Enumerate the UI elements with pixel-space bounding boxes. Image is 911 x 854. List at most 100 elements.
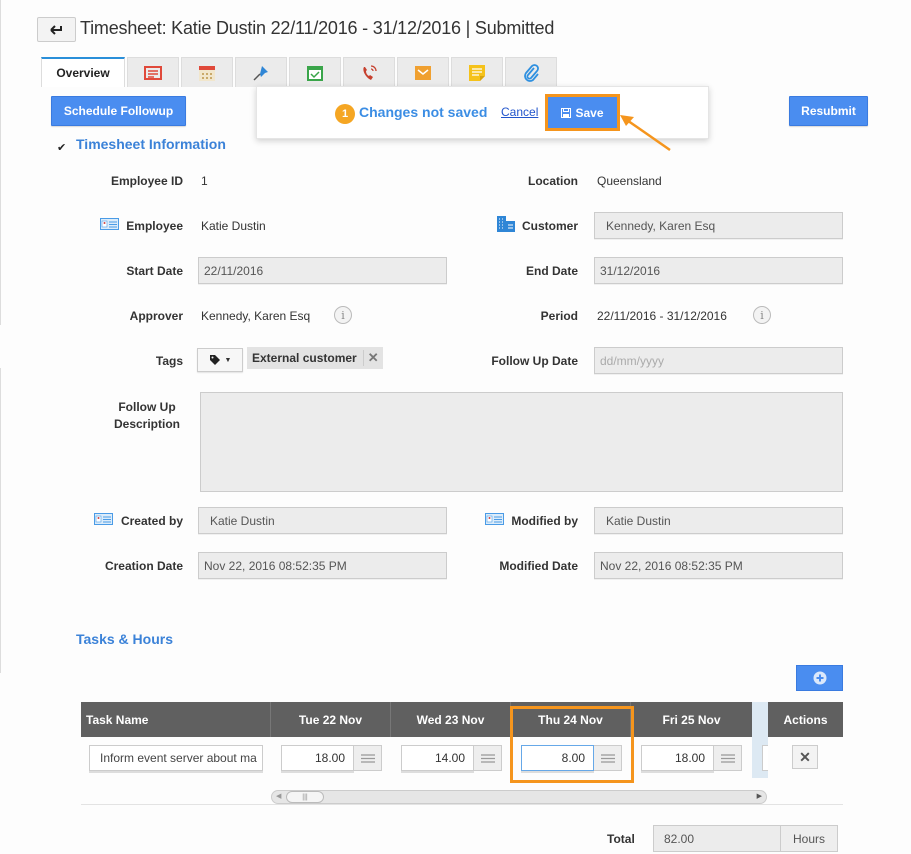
save-button[interactable]: Save: [548, 97, 617, 128]
approver-info-icon[interactable]: i: [334, 306, 352, 324]
end-date-label: End Date: [525, 264, 578, 278]
end-date-field[interactable]: 31/12/2016: [594, 257, 843, 284]
total-label: Total: [607, 832, 635, 846]
left-edge-divider: [0, 0, 1, 325]
hours-input-tue[interactable]: 18.00: [281, 745, 382, 771]
table-divider: [81, 804, 843, 805]
contact-card-icon: [100, 218, 119, 230]
column-header-tue: Tue 22 Nov: [271, 702, 391, 737]
tab-calls[interactable]: [343, 57, 395, 87]
followup-date-field[interactable]: dd/mm/yyyy: [594, 347, 843, 374]
email-icon: [415, 65, 431, 80]
tag-chip: External customer ✕: [247, 347, 383, 369]
resubmit-button[interactable]: Resubmit: [789, 96, 868, 126]
table-horizontal-scrollbar[interactable]: ◀ ||| ▶: [271, 790, 767, 804]
unsaved-count-badge: 1: [335, 104, 355, 124]
page-title: Timesheet: Katie Dustin 22/11/2016 - 31/…: [80, 18, 555, 38]
left-edge-divider: [0, 368, 1, 673]
period-info-icon[interactable]: i: [753, 306, 771, 324]
back-arrow-icon: [49, 24, 62, 35]
followup-date-label: Follow Up Date: [491, 354, 578, 368]
cancel-link[interactable]: Cancel: [501, 105, 538, 119]
delete-row-button[interactable]: ✕: [792, 745, 818, 769]
creation-date-field[interactable]: Nov 22, 2016 08:52:35 PM: [198, 552, 447, 579]
tab-attachments[interactable]: [505, 57, 557, 87]
hours-menu-icon[interactable]: [474, 745, 502, 771]
tab-notes[interactable]: [451, 57, 503, 87]
calendar-check-icon: [307, 65, 323, 81]
creation-date-label: Creation Date: [104, 559, 183, 573]
tasks-table-header: Task Name Tue 22 Nov Wed 23 Nov Thu 24 N…: [81, 702, 843, 737]
period-label: Period: [540, 309, 578, 323]
hours-input-wed[interactable]: 14.00: [401, 745, 502, 771]
location-value: Queensland: [597, 174, 662, 188]
hours-menu-icon[interactable]: [354, 745, 382, 771]
hours-input-fri[interactable]: 18.00: [641, 745, 742, 771]
total-hours-field: 82.00: [653, 825, 781, 852]
tab-email[interactable]: [397, 57, 449, 87]
add-task-button[interactable]: [796, 665, 843, 691]
timesheet-information-heading[interactable]: Timesheet Information: [76, 136, 226, 152]
tasks-hours-heading: Tasks & Hours: [76, 631, 173, 647]
building-icon: [497, 216, 515, 232]
followup-description-label: Follow Up Description: [113, 400, 180, 431]
employee-id-value: 1: [201, 174, 208, 188]
details-list-icon: [144, 65, 162, 80]
tab-details[interactable]: [127, 57, 179, 87]
column-header-task-name: Task Name: [81, 702, 271, 737]
scrollbar-thumb[interactable]: |||: [286, 791, 324, 803]
sticky-note-icon: [469, 64, 485, 81]
followup-description-textarea[interactable]: [200, 392, 843, 492]
start-date-field[interactable]: 22/11/2016: [198, 257, 447, 284]
close-icon: ✕: [799, 748, 811, 765]
tag-dropdown[interactable]: ▼: [197, 348, 243, 372]
start-date-label: Start Date: [126, 264, 183, 278]
customer-field[interactable]: Kennedy, Karen Esq: [594, 212, 843, 239]
employee-id-label: Employee ID: [110, 174, 183, 188]
employee-value[interactable]: Katie Dustin: [201, 219, 266, 233]
plus-circle-icon: [813, 671, 826, 685]
collapse-chevron-icon[interactable]: ✔: [57, 141, 66, 154]
tab-bar: Overview: [41, 57, 559, 87]
floppy-disk-icon: [561, 107, 572, 118]
thu-column-highlight-box: [510, 706, 634, 783]
period-value: 22/11/2016 - 31/12/2016: [597, 309, 727, 323]
hours-menu-icon[interactable]: [714, 745, 742, 771]
tag-icon: [209, 355, 220, 365]
caret-down-icon: ▼: [224, 356, 232, 364]
tab-pin[interactable]: [235, 57, 287, 87]
task-name-input[interactable]: Inform event server about ma: [89, 745, 263, 771]
remove-tag-icon[interactable]: ✕: [362, 350, 379, 366]
approver-label: Approver: [129, 309, 183, 323]
contact-card-icon: [94, 513, 113, 525]
total-unit-addon: Hours: [781, 825, 838, 852]
modified-date-label: Modified Date: [499, 559, 578, 573]
back-button[interactable]: [37, 17, 76, 42]
pointer-arrow-annotation: [620, 115, 671, 152]
modified-by-label: Modified by: [511, 514, 578, 528]
column-header-actions: Actions: [783, 712, 828, 727]
unsaved-message: Changes not saved: [359, 104, 488, 120]
location-label: Location: [528, 174, 578, 188]
tags-label: Tags: [155, 354, 183, 368]
hours-input-partial[interactable]: [762, 745, 768, 771]
phone-call-icon: [363, 64, 377, 80]
pushpin-icon: [253, 65, 268, 81]
scroll-left-arrow-icon[interactable]: ◀: [276, 792, 281, 800]
column-header-wed: Wed 23 Nov: [391, 702, 511, 737]
contact-card-icon: [485, 513, 504, 525]
tab-overview[interactable]: Overview: [41, 57, 125, 87]
customer-label: Customer: [521, 219, 578, 233]
modified-by-field[interactable]: Katie Dustin: [594, 507, 843, 534]
modified-date-field[interactable]: Nov 22, 2016 08:52:35 PM: [594, 552, 843, 579]
tab-calendar[interactable]: [181, 57, 233, 87]
schedule-followup-button[interactable]: Schedule Followup: [51, 96, 186, 126]
scroll-right-arrow-icon[interactable]: ▶: [757, 792, 762, 800]
calendar-icon: [199, 65, 215, 81]
approver-value: Kennedy, Karen Esq: [201, 309, 311, 323]
tab-tasks[interactable]: [289, 57, 341, 87]
employee-label: Employee: [126, 219, 183, 233]
column-header-fri: Fri 25 Nov: [662, 712, 721, 727]
created-by-label: Created by: [120, 514, 183, 528]
created-by-field[interactable]: Katie Dustin: [198, 507, 447, 534]
